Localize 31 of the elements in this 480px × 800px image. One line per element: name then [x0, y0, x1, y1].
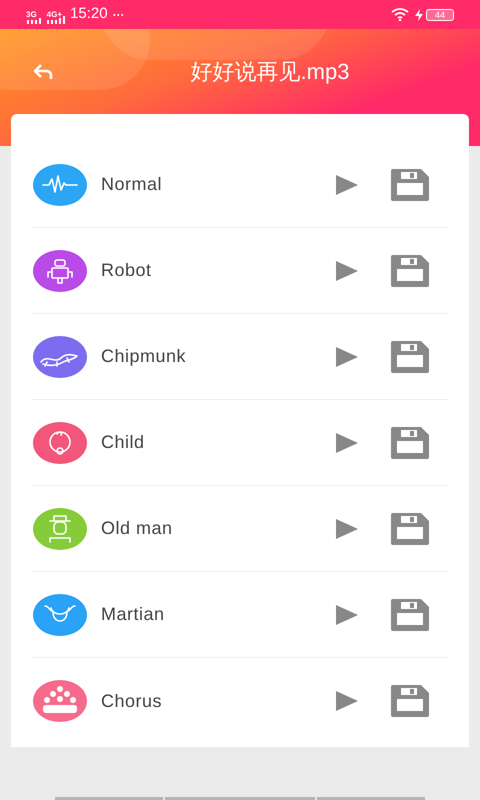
save-button[interactable]: [391, 254, 429, 286]
play-button[interactable]: [335, 344, 359, 368]
play-button[interactable]: [335, 258, 359, 282]
effect-name: Robot: [101, 259, 152, 282]
battery-indicator: 44: [426, 8, 454, 20]
effect-name: Chorus: [101, 690, 162, 712]
file-title: 好好说再见.mp3: [190, 58, 350, 86]
clock: 15:20: [70, 4, 108, 24]
wifi-icon: [391, 8, 409, 21]
save-button[interactable]: [391, 685, 429, 717]
save-button[interactable]: [391, 512, 429, 544]
play-button[interactable]: [335, 602, 359, 626]
effect-name: Child: [101, 431, 145, 454]
charging-icon: [415, 8, 423, 20]
effect-name: Chipmunk: [101, 345, 186, 368]
effect-name: Normal: [101, 173, 162, 196]
network-label: 4G+: [46, 10, 62, 18]
save-button[interactable]: [391, 168, 429, 200]
save-button[interactable]: [391, 598, 429, 630]
network-label: 3G: [26, 10, 37, 18]
play-button[interactable]: [335, 430, 359, 454]
save-button[interactable]: [391, 426, 429, 458]
signal-icon: [47, 16, 66, 24]
play-button[interactable]: [335, 172, 359, 196]
signal-icon: [26, 16, 41, 24]
play-button[interactable]: [335, 516, 359, 540]
effect-name: Old man: [101, 517, 173, 540]
save-button[interactable]: [391, 340, 429, 372]
effect-name: Martian: [101, 603, 165, 626]
play-button[interactable]: [335, 689, 359, 713]
more-indicator: ···: [112, 6, 125, 24]
